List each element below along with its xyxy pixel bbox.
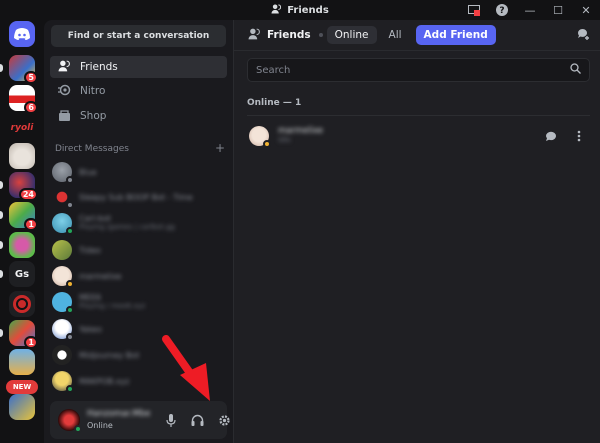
server-11[interactable] [9,349,35,375]
dm-item[interactable]: Sleepy Sub BOOP Bot - Time [52,185,227,209]
message-icon[interactable] [540,125,562,147]
server-5[interactable]: 24 [9,172,38,201]
inbox-icon[interactable] [460,0,488,20]
maximize-icon[interactable]: ☐ [544,0,572,20]
red-arrow-annotation [162,335,210,401]
dm-item[interactable]: marmelixe [52,264,227,288]
friends-icon [271,3,282,17]
server-1[interactable]: 5 [9,55,38,84]
server-list: 5 6 ryoli 24 1 Gs 1 NEW [0,20,44,443]
nitro-icon [58,84,71,99]
headphones-icon[interactable] [187,409,209,431]
server-12[interactable] [9,394,35,420]
server-4[interactable] [9,143,35,169]
friend-status: Idle [278,136,291,144]
avatar [52,319,74,341]
more-options-icon[interactable] [568,125,590,147]
friends-heading: Friends [248,28,311,43]
friends-icon [248,28,261,43]
help-icon[interactable]: ? [488,0,516,20]
user-status: Online [87,421,113,430]
dm-name: MEE6 [79,293,102,302]
unread-badge: 6 [24,101,38,114]
shop-icon [58,109,71,124]
friends-icon [58,60,71,75]
minimize-icon[interactable]: — [516,0,544,20]
avatar [52,292,74,314]
new-badge[interactable]: NEW [6,380,38,394]
server-7[interactable] [9,232,35,258]
dm-activity: Playing /games | carlbot.gg [79,223,175,231]
title-bar: Friends ? — ☐ ✕ [0,0,600,20]
tab-all[interactable]: All [381,26,410,44]
dm-item[interactable]: Blue [52,160,227,184]
dm-name: Carl-bot [79,214,111,223]
unread-pill [0,329,3,337]
window-controls: ? — ☐ ✕ [460,0,600,20]
divider [247,115,590,116]
friend-avatar [249,126,271,148]
unread-badge: 5 [24,71,38,84]
avatar [52,371,74,393]
server-2[interactable]: 6 [9,85,38,114]
unread-badge: 1 [24,218,38,231]
discord-logo-icon [9,21,35,47]
server-ryoli[interactable]: ryoli [9,115,35,141]
close-icon[interactable]: ✕ [572,0,600,20]
server-9[interactable] [9,291,35,317]
dm-item[interactable]: MEE6 Playing / mee6.xyz [52,290,227,314]
dm-header: Direct Messages + [55,142,225,154]
friends-main: Friends Online All Add Friend Search Onl… [233,20,600,443]
unread-badge: 1 [24,336,38,349]
discord-home-button[interactable] [9,21,35,47]
friend-name: marmelixe [278,126,324,136]
avatar [52,240,72,260]
avatar [52,345,72,365]
avatar [52,213,74,235]
user-info[interactable]: Hanzomar.Mbe Online [87,409,151,431]
tab-online[interactable]: Online [326,26,377,44]
server-10[interactable]: 1 [9,320,38,349]
dm-item[interactable]: Carl-bot Playing /games | carlbot.gg [52,211,227,235]
add-friend-button[interactable]: Add Friend [415,25,496,45]
avatar [52,162,74,184]
new-group-dm-icon[interactable] [577,28,590,43]
unread-pill [0,270,3,278]
divider-dot [318,33,323,37]
server-gs[interactable]: Gs [9,261,35,287]
dm-activity: Playing / mee6.xyz [79,302,146,310]
nav-friends[interactable]: Friends [50,56,227,78]
avatar [52,266,74,288]
friends-search[interactable]: Search [247,58,590,82]
microphone-icon[interactable] [160,409,182,431]
search-icon [570,63,581,77]
window-title: Friends [271,3,329,17]
unread-pill [0,211,3,219]
svg-text:?: ? [499,6,504,16]
friend-row[interactable]: marmelixe Idle [247,123,590,149]
unread-pill [0,241,3,249]
dm-item[interactable]: Tideo [52,238,227,262]
nav-shop[interactable]: Shop [50,105,227,127]
find-conversation-button[interactable]: Find or start a conversation [51,25,226,47]
search-input[interactable]: Search [256,65,290,76]
username: Hanzomar.Mbe [87,409,151,419]
unread-badge: 24 [18,188,38,201]
server-6[interactable]: 1 [9,202,38,231]
dm-header-label: Direct Messages [55,144,129,154]
avatar [52,187,74,209]
unread-pill [0,64,3,72]
unread-pill [0,181,3,189]
nav-nitro[interactable]: Nitro [50,80,227,102]
online-count: Online — 1 [247,98,302,108]
friends-topbar: Friends Online All Add Friend [234,20,600,51]
user-avatar[interactable] [58,409,82,433]
create-dm-button[interactable]: + [215,142,225,154]
